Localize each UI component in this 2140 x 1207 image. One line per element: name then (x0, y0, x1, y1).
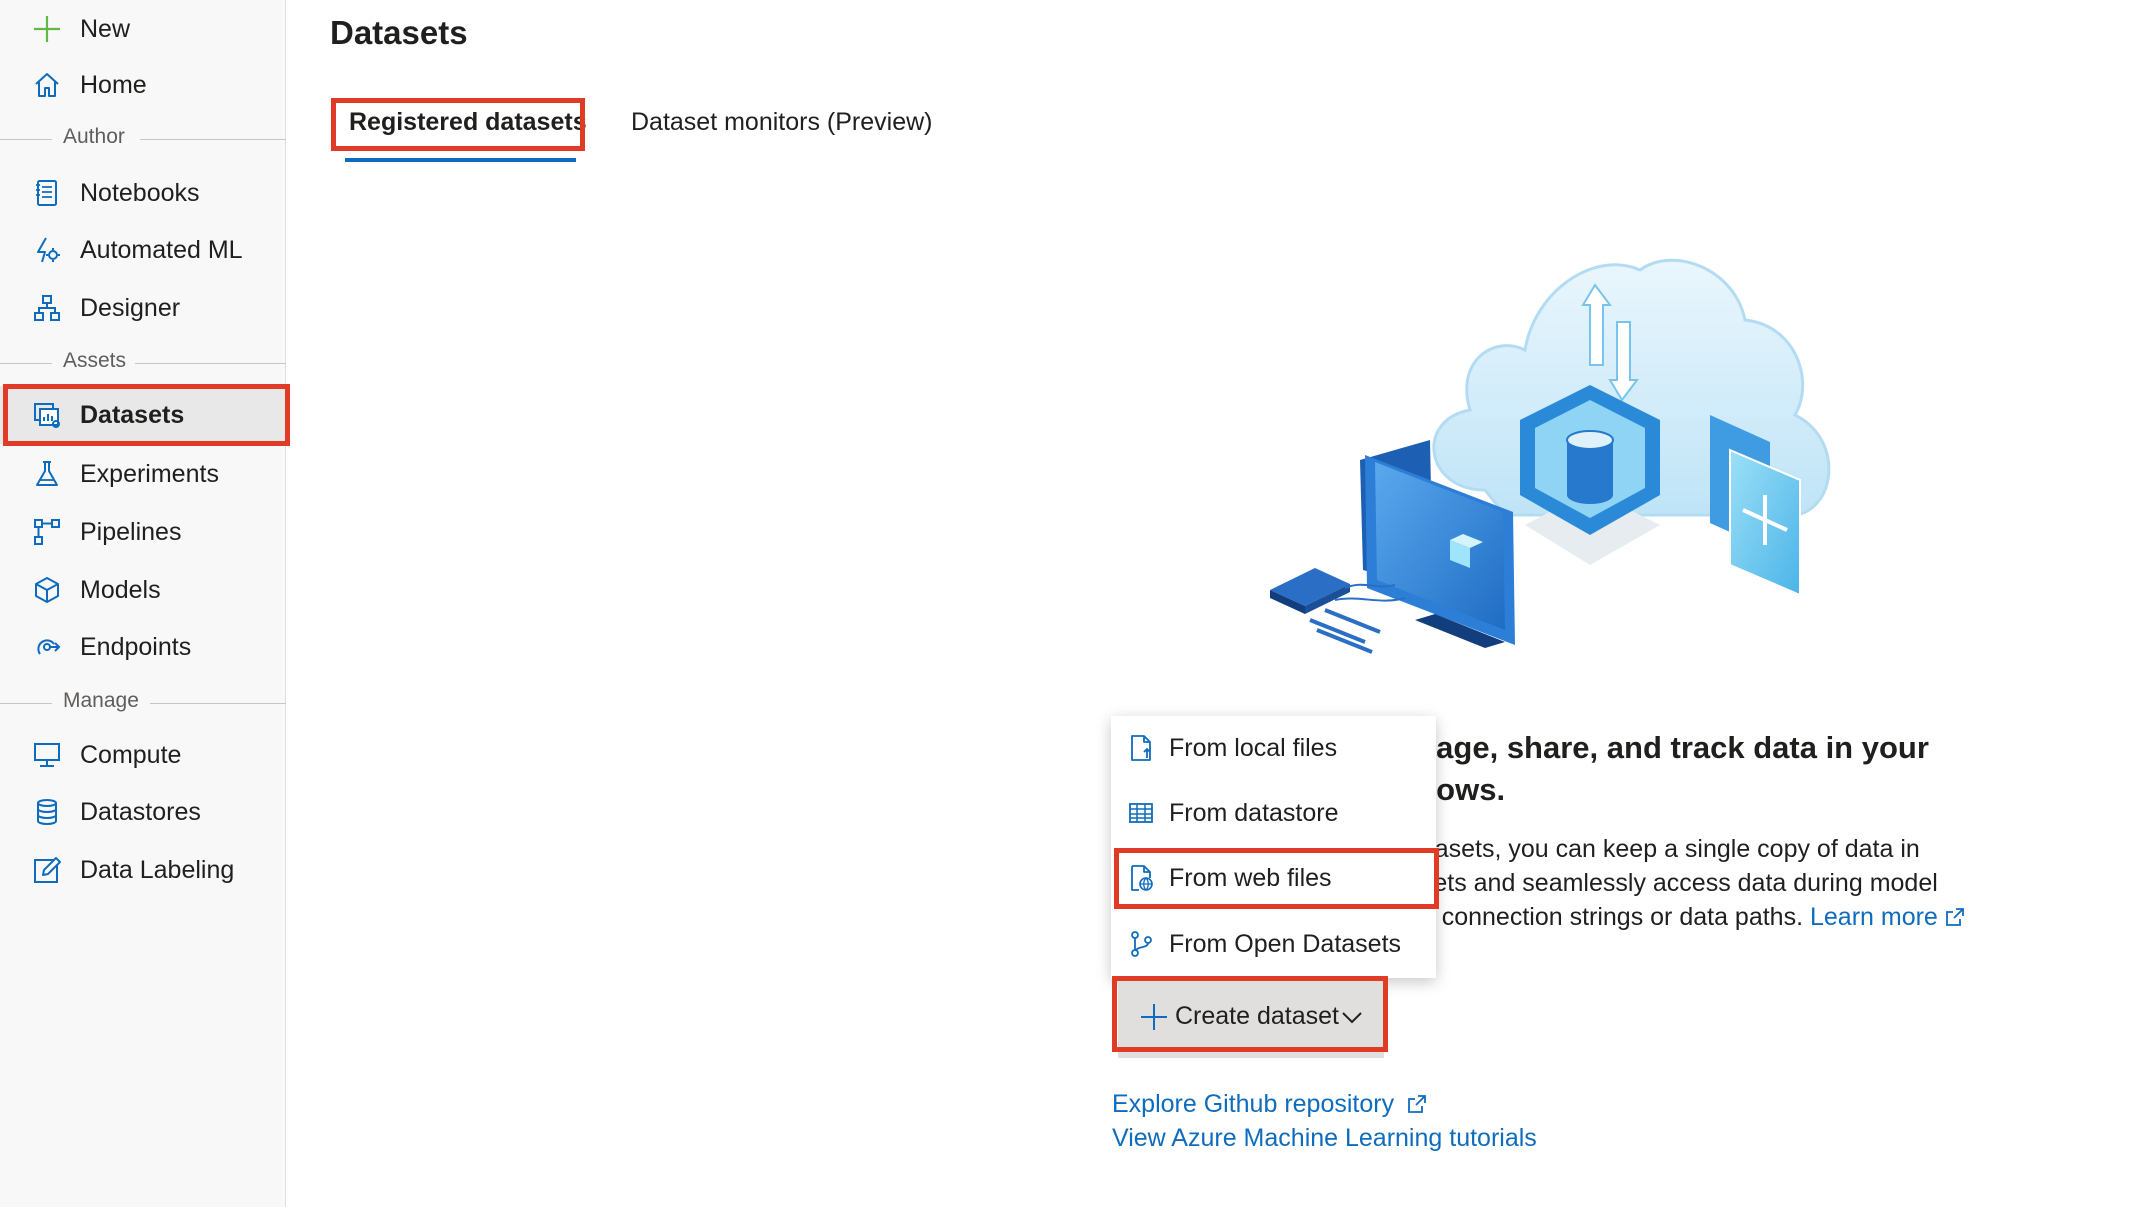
nav-designer[interactable]: Designer (0, 279, 286, 337)
automated-ml-icon (31, 234, 63, 266)
section-assets: Assets (0, 348, 286, 378)
menu-item-from-datastore[interactable]: From datastore (1111, 783, 1436, 843)
nav-endpoints-label: Endpoints (80, 632, 192, 661)
menu-item-label: From Open Datasets (1169, 929, 1402, 958)
datasets-icon (31, 399, 63, 431)
description-line: datasets, you can keep a single copy of … (1400, 835, 1920, 863)
empty-state-heading: anage, share, and track data in your kfl… (1400, 727, 2000, 811)
empty-state-heading-line2: kflows. (1400, 772, 1506, 807)
nav-notebooks[interactable]: Notebooks (0, 164, 286, 222)
left-nav: New Home Author Notebooks Automated ML D… (0, 0, 286, 1207)
file-upload-icon (1125, 732, 1157, 764)
menu-item-from-web-files[interactable]: From web files (1111, 848, 1436, 908)
menu-item-from-open-datasets[interactable]: From Open Datasets (1111, 914, 1436, 974)
database-icon (31, 796, 63, 828)
section-author-label: Author (63, 125, 125, 148)
nav-compute[interactable]: Compute (0, 726, 286, 784)
divider (150, 703, 286, 704)
description-line: tasets and seamlessly access data during… (1400, 869, 1938, 897)
home-icon (31, 69, 63, 101)
nav-automated-ml-label: Automated ML (80, 235, 243, 264)
nav-new[interactable]: New (0, 0, 286, 58)
divider (0, 139, 52, 140)
nav-pipelines-label: Pipelines (80, 517, 182, 546)
chevron-down-icon (1342, 1012, 1362, 1024)
flask-icon (31, 458, 63, 490)
empty-state-heading-line1: anage, share, and track data in your (1400, 730, 1929, 765)
external-link-icon (1408, 1095, 1426, 1113)
tab-registered-datasets[interactable]: Registered datasets (349, 108, 587, 137)
page-title: Datasets (330, 14, 468, 51)
web-file-icon (1125, 862, 1157, 894)
explore-github-link[interactable]: Explore Github repository (1112, 1090, 1427, 1119)
open-datasets-icon (1125, 928, 1157, 960)
monitor-icon (31, 739, 63, 771)
learn-more-label: Learn more (1809, 903, 1938, 931)
nav-home-label: Home (80, 70, 147, 99)
menu-item-label: From datastore (1169, 798, 1339, 827)
pipelines-icon (31, 516, 63, 548)
create-dataset-menu: From local files From datastore From web… (1111, 716, 1436, 978)
endpoints-icon (31, 631, 63, 663)
divider (0, 703, 52, 704)
nav-datastores[interactable]: Datastores (0, 783, 286, 841)
nav-data-labeling-label: Data Labeling (80, 855, 235, 884)
section-assets-label: Assets (63, 349, 127, 372)
notebook-icon (31, 177, 63, 209)
section-manage-label: Manage (63, 689, 139, 712)
menu-item-label: From web files (1169, 863, 1332, 892)
nav-experiments[interactable]: Experiments (0, 445, 286, 503)
hero-illustration (1270, 258, 1831, 654)
edit-icon (31, 854, 63, 886)
divider (135, 363, 286, 364)
nav-datasets-label: Datasets (80, 400, 185, 429)
plus-icon (1141, 1004, 1167, 1030)
description-line-text: out connection strings or data paths. (1400, 903, 1804, 931)
nav-pipelines[interactable]: Pipelines (0, 503, 286, 561)
menu-item-from-local-files[interactable]: From local files (1111, 718, 1436, 778)
divider (140, 139, 286, 140)
section-author: Author (0, 124, 286, 154)
nav-designer-label: Designer (80, 293, 181, 322)
nav-endpoints[interactable]: Endpoints (0, 618, 286, 676)
create-dataset-button[interactable]: Create dataset (1118, 980, 1384, 1058)
nav-automated-ml[interactable]: Automated ML (0, 221, 286, 279)
designer-icon (31, 292, 63, 324)
tab-dataset-monitors[interactable]: Dataset monitors (Preview) (631, 108, 932, 137)
nav-notebooks-label: Notebooks (80, 178, 200, 207)
nav-home[interactable]: Home (0, 56, 286, 114)
nav-models[interactable]: Models (0, 561, 286, 619)
create-dataset-label: Create dataset (1175, 1002, 1339, 1030)
nav-datastores-label: Datastores (80, 797, 201, 826)
plus-icon (31, 13, 63, 45)
nav-models-label: Models (80, 575, 161, 604)
tab-active-indicator (345, 158, 576, 162)
nav-new-label: New (80, 14, 131, 43)
section-manage: Manage (0, 688, 286, 718)
description-line: out connection strings or data paths. Le… (1400, 900, 2040, 934)
menu-item-label: From local files (1169, 733, 1338, 762)
nav-data-labeling[interactable]: Data Labeling (0, 841, 286, 899)
empty-state-description: datasets, you can keep a single copy of … (1400, 832, 2040, 934)
nav-datasets[interactable]: Datasets (0, 386, 286, 444)
table-icon (1125, 797, 1157, 829)
azure-ml-tutorials-link[interactable]: View Azure Machine Learning tutorials (1112, 1124, 1537, 1153)
external-link-icon (1945, 908, 1964, 926)
nav-experiments-label: Experiments (80, 459, 219, 488)
nav-compute-label: Compute (80, 740, 182, 769)
learn-more-link[interactable]: Learn more (1810, 903, 1965, 931)
explore-github-label: Explore Github repository (1112, 1090, 1395, 1118)
divider (0, 363, 52, 364)
cube-icon (31, 574, 63, 606)
